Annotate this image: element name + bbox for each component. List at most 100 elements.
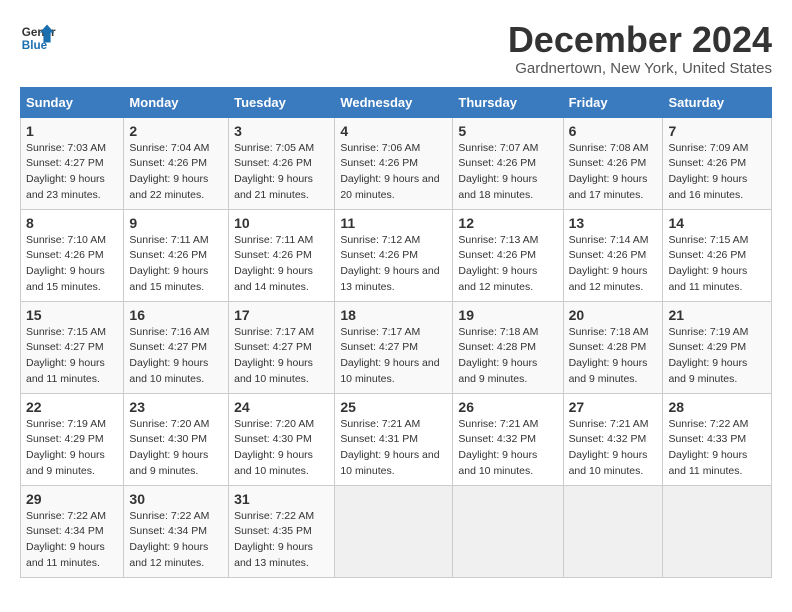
calendar-cell: [563, 485, 663, 577]
calendar-week-row: 22 Sunrise: 7:19 AMSunset: 4:29 PMDayligh…: [21, 393, 772, 485]
calendar-cell: 28Sunrise: 7:22 AMSunset: 4:33 PMDayligh…: [663, 393, 772, 485]
weekday-header-thursday: Thursday: [453, 87, 563, 117]
day-number: 5: [458, 123, 557, 139]
calendar-cell: 23Sunrise: 7:20 AMSunset: 4:30 PMDayligh…: [124, 393, 229, 485]
calendar-cell: 17 Sunrise: 7:17 AMSunset: 4:27 PMDayligh…: [229, 301, 335, 393]
day-number: 16: [129, 307, 223, 323]
weekday-header-saturday: Saturday: [663, 87, 772, 117]
day-info: Sunrise: 7:13 AMSunset: 4:26 PMDaylight:…: [458, 234, 538, 293]
day-info: Sunrise: 7:14 AMSunset: 4:26 PMDaylight:…: [569, 234, 649, 293]
calendar-cell: 9Sunrise: 7:11 AMSunset: 4:26 PMDaylight…: [124, 209, 229, 301]
calendar-cell: 10 Sunrise: 7:11 AMSunset: 4:26 PMDayligh…: [229, 209, 335, 301]
calendar-cell: 30 Sunrise: 7:22 AMSunset: 4:34 PMDayligh…: [124, 485, 229, 577]
day-info: Sunrise: 7:21 AMSunset: 4:31 PMDaylight:…: [340, 418, 439, 477]
logo: General Blue: [20, 20, 56, 56]
calendar-cell: 4 Sunrise: 7:06 AMSunset: 4:26 PMDaylight…: [335, 117, 453, 209]
calendar-cell: 11 Sunrise: 7:12 AMSunset: 4:26 PMDayligh…: [335, 209, 453, 301]
day-number: 4: [340, 123, 447, 139]
calendar-cell: 12 Sunrise: 7:13 AMSunset: 4:26 PMDayligh…: [453, 209, 563, 301]
day-number: 2: [129, 123, 223, 139]
day-info: Sunrise: 7:05 AMSunset: 4:26 PMDaylight:…: [234, 142, 314, 201]
day-info: Sunrise: 7:09 AMSunset: 4:26 PMDaylight:…: [668, 142, 748, 201]
day-info: Sunrise: 7:03 AMSunset: 4:27 PMDaylight:…: [26, 142, 106, 201]
header: General Blue December 2024 Gardnertown, …: [20, 20, 772, 77]
day-info: Sunrise: 7:04 AMSunset: 4:26 PMDaylight:…: [129, 142, 209, 201]
day-number: 14: [668, 215, 766, 231]
day-info: Sunrise: 7:18 AMSunset: 4:28 PMDaylight:…: [458, 326, 538, 385]
day-number: 26: [458, 399, 557, 415]
weekday-header-friday: Friday: [563, 87, 663, 117]
day-number: 31: [234, 491, 329, 507]
calendar-cell: 15 Sunrise: 7:15 AMSunset: 4:27 PMDayligh…: [21, 301, 124, 393]
day-number: 24: [234, 399, 329, 415]
calendar-cell: 5Sunrise: 7:07 AMSunset: 4:26 PMDaylight…: [453, 117, 563, 209]
day-info: Sunrise: 7:16 AMSunset: 4:27 PMDaylight:…: [129, 326, 209, 385]
calendar-week-row: 15 Sunrise: 7:15 AMSunset: 4:27 PMDayligh…: [21, 301, 772, 393]
weekday-header-sunday: Sunday: [21, 87, 124, 117]
day-info: Sunrise: 7:15 AMSunset: 4:26 PMDaylight:…: [668, 234, 748, 293]
calendar-week-row: 29 Sunrise: 7:22 AMSunset: 4:34 PMDayligh…: [21, 485, 772, 577]
day-info: Sunrise: 7:19 AMSunset: 4:29 PMDaylight:…: [26, 418, 106, 477]
day-info: Sunrise: 7:19 AMSunset: 4:29 PMDaylight:…: [668, 326, 748, 385]
day-info: Sunrise: 7:21 AMSunset: 4:32 PMDaylight:…: [458, 418, 538, 477]
calendar-cell: 6Sunrise: 7:08 AMSunset: 4:26 PMDaylight…: [563, 117, 663, 209]
day-info: Sunrise: 7:08 AMSunset: 4:26 PMDaylight:…: [569, 142, 649, 201]
calendar-cell: 29 Sunrise: 7:22 AMSunset: 4:34 PMDayligh…: [21, 485, 124, 577]
day-info: Sunrise: 7:22 AMSunset: 4:34 PMDaylight:…: [129, 510, 209, 569]
day-number: 19: [458, 307, 557, 323]
title-area: December 2024 Gardnertown, New York, Uni…: [508, 20, 772, 77]
day-info: Sunrise: 7:21 AMSunset: 4:32 PMDaylight:…: [569, 418, 649, 477]
day-number: 9: [129, 215, 223, 231]
weekday-header-tuesday: Tuesday: [229, 87, 335, 117]
calendar-cell: 19 Sunrise: 7:18 AMSunset: 4:28 PMDayligh…: [453, 301, 563, 393]
day-number: 21: [668, 307, 766, 323]
calendar-week-row: 1 Sunrise: 7:03 AMSunset: 4:27 PMDaylight…: [21, 117, 772, 209]
calendar-cell: 7 Sunrise: 7:09 AMSunset: 4:26 PMDaylight…: [663, 117, 772, 209]
day-info: Sunrise: 7:17 AMSunset: 4:27 PMDaylight:…: [340, 326, 439, 385]
page-title: December 2024: [508, 20, 772, 60]
day-number: 13: [569, 215, 658, 231]
calendar-cell: 31 Sunrise: 7:22 AMSunset: 4:35 PMDayligh…: [229, 485, 335, 577]
weekday-header-monday: Monday: [124, 87, 229, 117]
day-number: 11: [340, 215, 447, 231]
day-number: 15: [26, 307, 118, 323]
calendar-cell: 20 Sunrise: 7:18 AMSunset: 4:28 PMDayligh…: [563, 301, 663, 393]
calendar-cell: 13 Sunrise: 7:14 AMSunset: 4:26 PMDayligh…: [563, 209, 663, 301]
day-number: 22: [26, 399, 118, 415]
logo-icon: General Blue: [20, 20, 56, 56]
day-number: 30: [129, 491, 223, 507]
calendar-table: SundayMondayTuesdayWednesdayThursdayFrid…: [20, 87, 772, 578]
day-info: Sunrise: 7:22 AMSunset: 4:34 PMDaylight:…: [26, 510, 106, 569]
day-number: 10: [234, 215, 329, 231]
day-number: 8: [26, 215, 118, 231]
calendar-cell: 25Sunrise: 7:21 AMSunset: 4:31 PMDayligh…: [335, 393, 453, 485]
calendar-cell: 14 Sunrise: 7:15 AMSunset: 4:26 PMDayligh…: [663, 209, 772, 301]
calendar-cell: 1 Sunrise: 7:03 AMSunset: 4:27 PMDaylight…: [21, 117, 124, 209]
day-info: Sunrise: 7:17 AMSunset: 4:27 PMDaylight:…: [234, 326, 314, 385]
day-number: 1: [26, 123, 118, 139]
day-number: 23: [129, 399, 223, 415]
calendar-week-row: 8Sunrise: 7:10 AMSunset: 4:26 PMDaylight…: [21, 209, 772, 301]
calendar-cell: [663, 485, 772, 577]
day-info: Sunrise: 7:11 AMSunset: 4:26 PMDaylight:…: [234, 234, 313, 293]
calendar-cell: 22 Sunrise: 7:19 AMSunset: 4:29 PMDayligh…: [21, 393, 124, 485]
day-number: 27: [569, 399, 658, 415]
calendar-cell: 3Sunrise: 7:05 AMSunset: 4:26 PMDaylight…: [229, 117, 335, 209]
calendar-cell: 8Sunrise: 7:10 AMSunset: 4:26 PMDaylight…: [21, 209, 124, 301]
day-number: 20: [569, 307, 658, 323]
day-number: 29: [26, 491, 118, 507]
calendar-cell: 21 Sunrise: 7:19 AMSunset: 4:29 PMDayligh…: [663, 301, 772, 393]
calendar-cell: 18Sunrise: 7:17 AMSunset: 4:27 PMDayligh…: [335, 301, 453, 393]
calendar-cell: 24 Sunrise: 7:20 AMSunset: 4:30 PMDayligh…: [229, 393, 335, 485]
day-info: Sunrise: 7:15 AMSunset: 4:27 PMDaylight:…: [26, 326, 106, 385]
day-info: Sunrise: 7:12 AMSunset: 4:26 PMDaylight:…: [340, 234, 439, 293]
day-info: Sunrise: 7:06 AMSunset: 4:26 PMDaylight:…: [340, 142, 439, 201]
day-info: Sunrise: 7:22 AMSunset: 4:35 PMDaylight:…: [234, 510, 314, 569]
day-number: 12: [458, 215, 557, 231]
page-subtitle: Gardnertown, New York, United States: [508, 60, 772, 77]
day-info: Sunrise: 7:18 AMSunset: 4:28 PMDaylight:…: [569, 326, 649, 385]
day-number: 7: [668, 123, 766, 139]
day-info: Sunrise: 7:20 AMSunset: 4:30 PMDaylight:…: [234, 418, 314, 477]
calendar-cell: [335, 485, 453, 577]
day-number: 17: [234, 307, 329, 323]
